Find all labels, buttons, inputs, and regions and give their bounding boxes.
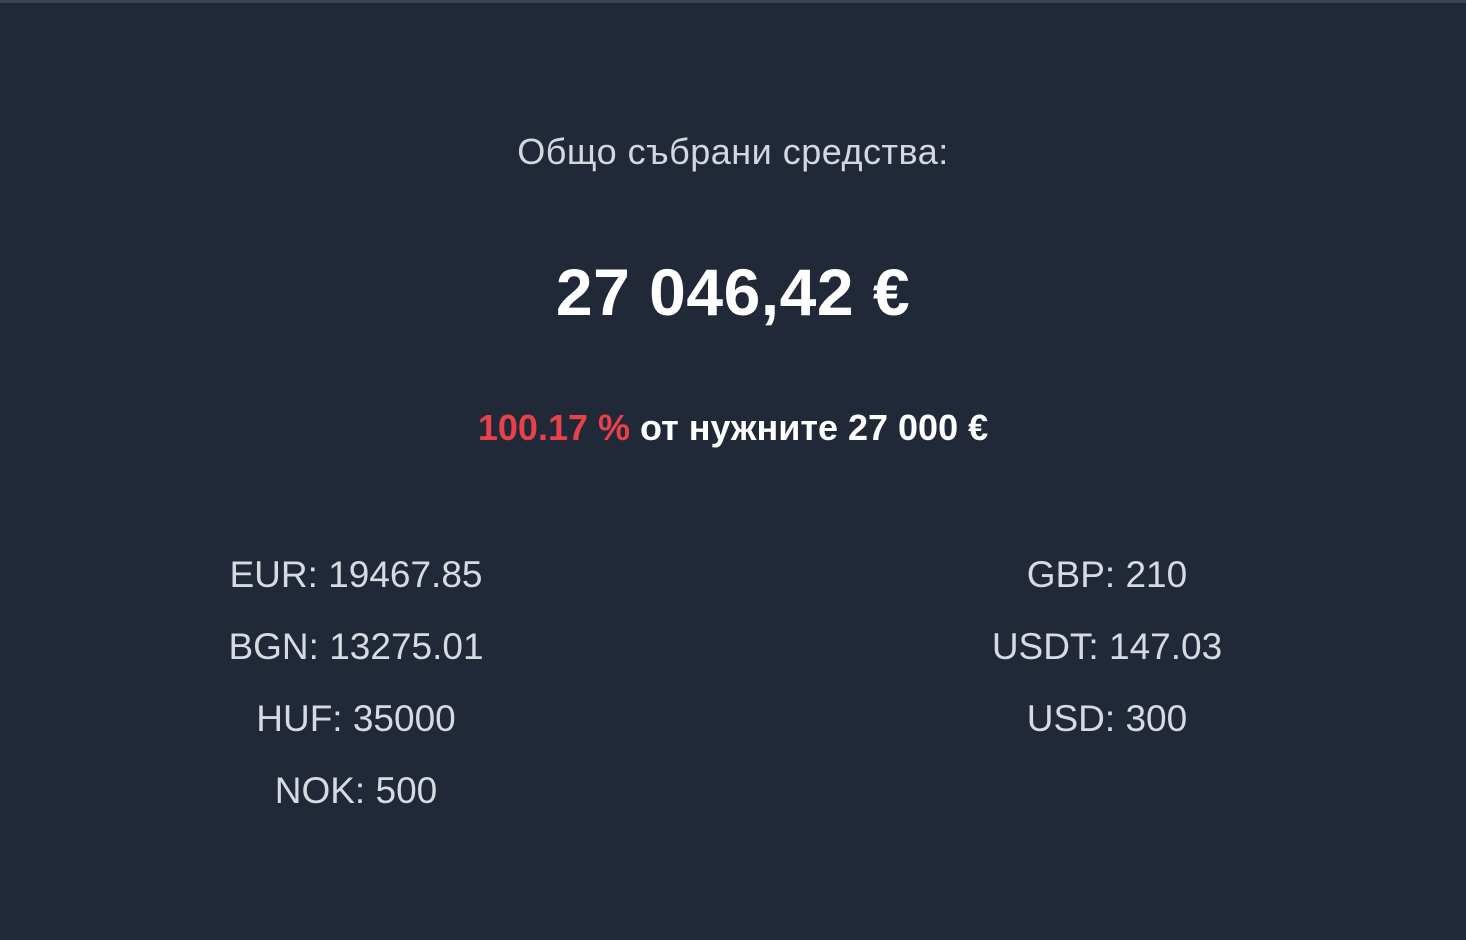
goal-target-text: от нужните 27 000 € bbox=[630, 407, 989, 448]
currency-amount-bgn: BGN: 13275.01 bbox=[228, 626, 484, 667]
currency-amount-eur: EUR: 19467.85 bbox=[229, 554, 483, 595]
currency-breakdown-left: EUR: 19467.85 BGN: 13275.01 HUF: 35000 N… bbox=[156, 551, 556, 839]
total-collected-heading: Общо събрани средства: bbox=[517, 131, 949, 172]
currency-amount-usdt: USDT: 147.03 bbox=[991, 626, 1223, 667]
currency-breakdown-right: GBP: 210 USDT: 147.03 USD: 300 bbox=[907, 551, 1307, 767]
currency-amount-huf: HUF: 35000 bbox=[256, 698, 456, 739]
goal-percentage: 100.17 % bbox=[477, 407, 630, 448]
currency-amount-usd: USD: 300 bbox=[1026, 698, 1188, 739]
currency-amount-gbp: GBP: 210 bbox=[1026, 554, 1188, 595]
currency-amount-nok: NOK: 500 bbox=[274, 770, 438, 811]
goal-progress-line: 100.17 % от нужните 27 000 € bbox=[0, 404, 1466, 452]
donations-summary-panel: Общо събрани средства: 27 046,42 € 100.1… bbox=[0, 0, 1466, 940]
total-amount: 27 046,42 € bbox=[555, 255, 911, 329]
